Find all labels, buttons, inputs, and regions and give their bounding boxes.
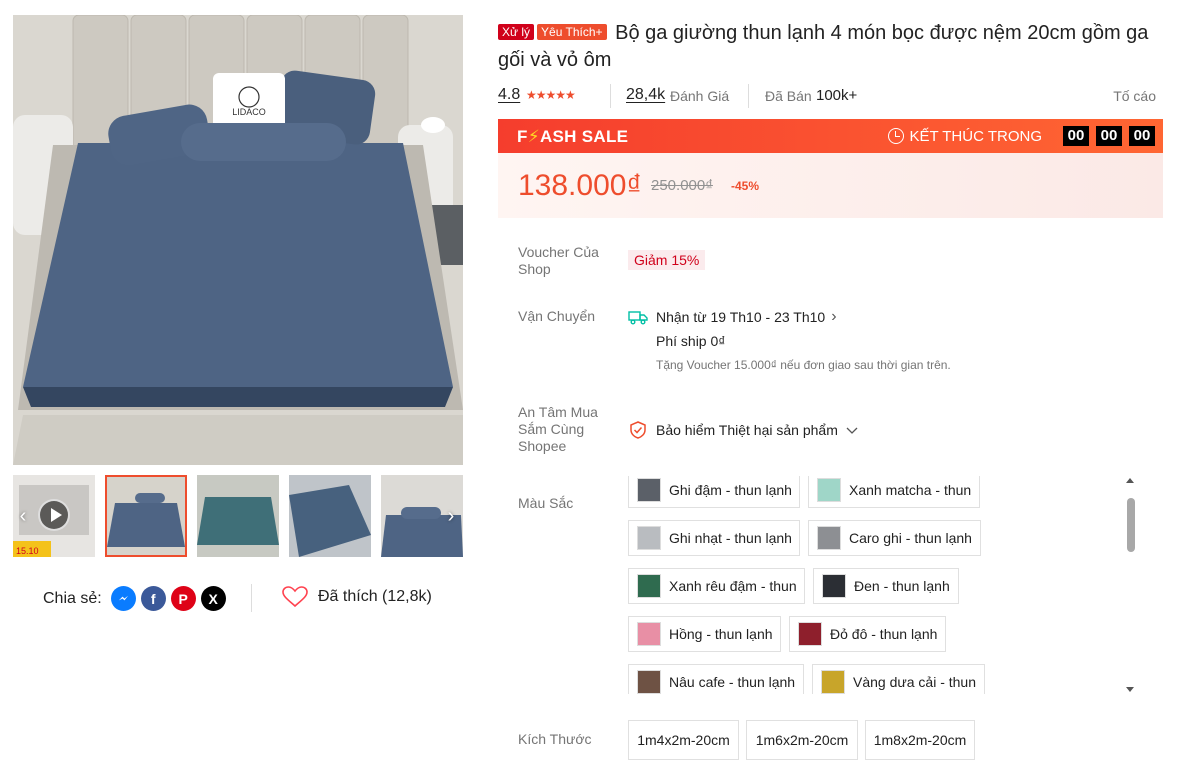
delivery-date: Nhận từ 19 Th10 - 23 Th10 <box>656 309 826 325</box>
scroll-down-icon[interactable] <box>1126 687 1134 692</box>
reviews-count[interactable]: 28,4k <box>626 86 665 104</box>
color-options: Ghi đậm - thun lạnh Xanh matcha - thun G… <box>628 476 1138 694</box>
flash-sale-logo: F⚡ASH SALE <box>517 127 629 146</box>
size-option[interactable]: 1m8x2m-20cm <box>865 720 975 760</box>
chevron-down-icon <box>846 422 867 438</box>
size-option[interactable]: 1m6x2m-20cm <box>746 720 858 760</box>
product-main-image[interactable]: LIDACO <box>13 15 463 465</box>
insurance-row[interactable]: Bảo hiểm Thiệt hại sản phẩm <box>629 421 867 439</box>
pillow-logo-text: LIDACO <box>232 107 266 117</box>
share-divider <box>251 584 252 612</box>
shipping-note: Tặng Voucher 15.000₫ nếu đơn giao sau th… <box>656 358 951 372</box>
thumbnail-3[interactable] <box>197 475 279 557</box>
like-count: Đã thích (12,8k) <box>318 588 432 605</box>
delivery-row[interactable]: Nhận từ 19 Th10 - 23 Th10 › <box>628 308 837 326</box>
discount-badge: -45% <box>731 179 760 193</box>
countdown: KẾT THÚC TRONG 00 00 00 <box>888 126 1155 146</box>
product-title-block: Xử lý Yêu Thích+ Bộ ga giường thun lạnh 4… <box>498 20 1170 74</box>
original-price: 250.000₫ <box>651 177 713 194</box>
messenger-icon[interactable] <box>110 586 136 611</box>
color-option[interactable]: Hồng - thun lạnh <box>628 616 781 652</box>
insurance-text: Bảo hiểm Thiệt hại sản phẩm <box>656 422 838 438</box>
shield-check-icon <box>630 421 646 439</box>
color-swatch <box>817 478 841 502</box>
share-row: Chia sẻ: f P X <box>43 586 226 611</box>
badge-favorite: Yêu Thích+ <box>537 24 607 40</box>
voucher-label: Voucher Của Shop <box>518 244 599 277</box>
sold-count: 100k+ <box>816 87 858 104</box>
report-link[interactable]: Tố cáo <box>1113 88 1156 104</box>
prev-arrow-icon[interactable]: ‹ <box>13 505 33 527</box>
flash-sale-banner: F⚡ASH SALE KẾT THÚC TRONG 00 00 00 <box>498 119 1163 153</box>
color-swatch <box>817 526 841 550</box>
countdown-minutes: 00 <box>1096 126 1122 146</box>
thumbnail-4[interactable] <box>289 475 371 557</box>
price-box: 138.000₫ 250.000₫ -45% <box>498 153 1163 218</box>
thumbnail-strip: 15.10 ‹ › <box>13 475 463 557</box>
color-swatch <box>637 622 661 646</box>
chevron-right-icon: › <box>831 308 837 325</box>
color-option[interactable]: Xanh matcha - thun <box>808 476 980 508</box>
scroll-thumb[interactable] <box>1127 498 1135 552</box>
x-twitter-icon[interactable]: X <box>200 586 226 611</box>
color-option[interactable]: Xanh rêu đậm - thun <box>628 568 805 604</box>
color-swatch <box>821 670 845 694</box>
truck-icon <box>628 311 648 325</box>
color-option[interactable]: Nâu cafe - thun lạnh <box>628 664 804 694</box>
clock-icon <box>888 128 905 144</box>
stats-divider <box>610 84 611 108</box>
color-label: Màu Sắc <box>518 495 574 511</box>
assurance-label: An Tâm Mua Sắm Cùng Shopee <box>518 404 598 454</box>
thumbnail-2[interactable] <box>105 475 187 557</box>
color-option[interactable]: Đỏ đô - thun lạnh <box>789 616 946 652</box>
share-label: Chia sẻ: <box>43 589 102 607</box>
rating-value[interactable]: 4.8 <box>498 86 520 104</box>
thumbnail-date-text: 15.10 <box>16 546 39 556</box>
color-swatch <box>637 670 661 694</box>
rating-stats: 4.8 ★★★★★ 28,4k Đánh Giá Đã Bán 100k+ Tố… <box>498 84 1163 108</box>
color-swatch <box>822 574 846 598</box>
countdown-seconds: 00 <box>1129 126 1155 146</box>
pinterest-icon[interactable]: P <box>170 586 196 611</box>
stats-divider <box>748 84 749 108</box>
badge-mall: Xử lý <box>498 24 535 40</box>
color-option[interactable]: Ghi đậm - thun lạnh <box>628 476 800 508</box>
next-arrow-icon[interactable]: › <box>441 505 461 527</box>
color-swatch <box>637 478 661 502</box>
color-option[interactable]: Caro ghi - thun lạnh <box>808 520 981 556</box>
size-label: Kích Thước <box>518 731 592 747</box>
countdown-hours: 00 <box>1063 126 1089 146</box>
color-swatch <box>637 574 661 598</box>
facebook-icon[interactable]: f <box>140 586 166 611</box>
play-icon[interactable] <box>38 499 70 531</box>
color-option[interactable]: Ghi nhạt - thun lạnh <box>628 520 800 556</box>
shipping-fee: Phí ship 0₫ <box>656 333 726 349</box>
scroll-up-icon[interactable] <box>1126 478 1134 483</box>
color-option[interactable]: Vàng dưa cải - thun <box>812 664 985 694</box>
countdown-label: KẾT THÚC TRONG <box>909 127 1042 145</box>
like-button[interactable]: Đã thích (12,8k) <box>282 586 432 608</box>
rating-stars-icon: ★★★★★ <box>526 88 576 102</box>
shipping-label: Vận Chuyển <box>518 308 596 324</box>
color-option[interactable]: Đen - thun lạnh <box>813 568 959 604</box>
color-scrollbar[interactable] <box>1125 478 1137 692</box>
sold-label: Đã Bán <box>765 88 812 104</box>
current-price: 138.000₫ <box>518 169 642 202</box>
voucher-tag[interactable]: Giảm 15% <box>628 250 706 270</box>
reviews-label: Đánh Giá <box>670 88 730 104</box>
color-swatch <box>798 622 822 646</box>
color-swatch <box>637 526 661 550</box>
size-option[interactable]: 1m4x2m-20cm <box>628 720 739 760</box>
heart-icon <box>282 586 308 608</box>
lightning-icon: ⚡ <box>527 127 540 146</box>
